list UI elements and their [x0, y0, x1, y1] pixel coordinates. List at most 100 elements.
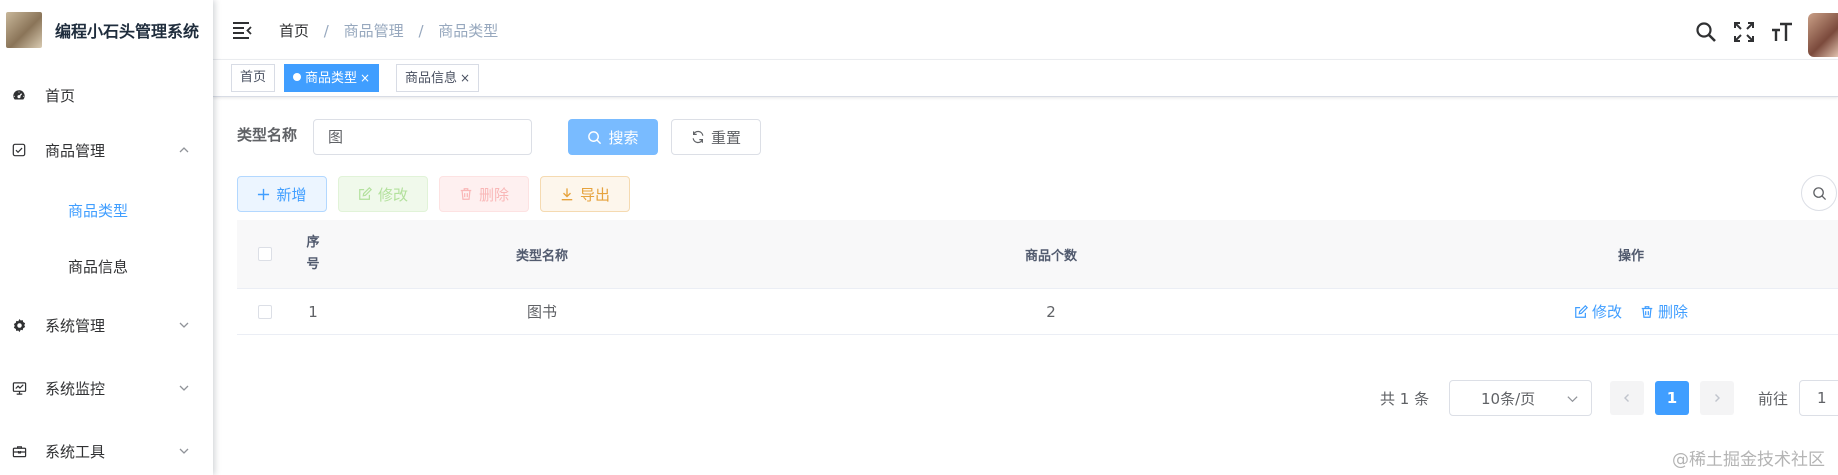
chevron-right-icon — [1715, 394, 1720, 402]
table-header: 序 号 类型名称 商品个数 操作 — [237, 220, 1838, 289]
select-all-checkbox[interactable] — [258, 247, 272, 261]
gear-icon — [11, 317, 27, 333]
watermark: @稀土掘金技术社区 — [1672, 450, 1825, 470]
tag-home[interactable]: 首页 — [231, 64, 276, 92]
logo[interactable]: 编程小石头管理系统 — [0, 0, 213, 60]
tag-goods-info[interactable]: 商品信息 × — [396, 64, 480, 92]
sidebar-item-label: 系统工具 — [45, 442, 106, 461]
breadcrumb-item-goods: 商品管理 — [343, 22, 404, 40]
edit-button-label: 修改 — [377, 185, 408, 204]
goods-type-table: 序 号 类型名称 商品个数 操作 1 图书 2 修改 删除 — [237, 220, 1838, 335]
checkbox-icon — [11, 142, 27, 158]
reset-button[interactable]: 重置 — [671, 119, 761, 155]
sidebar-item-label: 商品信息 — [68, 257, 129, 276]
navbar: 首页 / 商品管理 / 商品类型 — [213, 0, 1838, 60]
sidebar-item-label: 系统监控 — [45, 379, 106, 398]
fullscreen-icon[interactable] — [1732, 20, 1756, 44]
header-type-name: 类型名称 — [515, 248, 568, 264]
prev-page-button[interactable] — [1610, 381, 1644, 415]
toolbox-icon — [11, 443, 27, 459]
edit-icon — [1575, 304, 1588, 318]
breadcrumb-item-home[interactable]: 首页 — [279, 22, 309, 40]
add-button-label: 新增 — [276, 185, 307, 204]
tag-label: 首页 — [240, 70, 267, 85]
add-button[interactable]: 新增 — [237, 176, 327, 212]
tag-goods-type[interactable]: 商品类型 × — [284, 64, 380, 92]
avatar[interactable] — [1808, 13, 1838, 57]
close-icon[interactable]: × — [360, 71, 370, 85]
sidebar-item-home[interactable]: 首页 — [0, 67, 213, 123]
page-number-current[interactable]: 1 — [1655, 381, 1689, 415]
sidebar-item-label: 首页 — [45, 86, 76, 105]
header-select-cell — [237, 220, 293, 288]
sidebar-item-label: 商品类型 — [68, 201, 129, 220]
sidebar-item-monitor[interactable]: 系统监控 — [0, 360, 213, 416]
navbar-actions — [1694, 12, 1838, 57]
trash-icon — [1641, 305, 1653, 318]
search-icon — [1812, 186, 1826, 200]
goto-label: 前往 — [1758, 390, 1789, 408]
row-index: 1 — [308, 302, 318, 321]
hamburger-icon[interactable] — [231, 19, 253, 41]
export-button[interactable]: 导出 — [540, 176, 630, 212]
sidebar: 编程小石头管理系统 首页 商品管理 商品类型 商品信息 系统管理 系统监控 系统… — [0, 0, 213, 475]
active-dot-icon — [293, 73, 301, 81]
search-icon — [588, 130, 602, 144]
sidebar-item-tools[interactable]: 系统工具 — [0, 423, 213, 475]
tag-label: 商品类型 — [305, 71, 358, 86]
logo-image — [6, 12, 42, 48]
pagination-total: 共 1 条 — [1380, 390, 1430, 408]
sidebar-item-goods-type[interactable]: 商品类型 — [0, 185, 213, 235]
plus-icon — [258, 188, 270, 200]
sidebar-item-system[interactable]: 系统管理 — [0, 297, 213, 353]
search-icon[interactable] — [1694, 20, 1718, 44]
reset-button-label: 重置 — [710, 128, 741, 147]
toggle-search-button[interactable] — [1801, 175, 1837, 211]
download-icon — [561, 188, 573, 201]
edit-button[interactable]: 修改 — [338, 176, 428, 212]
breadcrumb-separator: / — [418, 22, 424, 40]
breadcrumb-item-current: 商品类型 — [438, 22, 499, 40]
header-index: 序 号 — [293, 220, 333, 288]
chevron-left-icon — [1624, 394, 1629, 402]
chevron-down-icon — [179, 385, 189, 391]
sidebar-item-goods-info[interactable]: 商品信息 — [0, 241, 213, 291]
delete-button-label: 删除 — [478, 185, 509, 204]
row-edit-link[interactable]: 修改 — [1574, 301, 1622, 322]
breadcrumb-separator: / — [323, 22, 329, 40]
tag-label: 商品信息 — [405, 71, 458, 86]
tags-view: 首页 商品类型 × 商品信息 × — [213, 60, 1838, 97]
sidebar-item-label: 系统管理 — [45, 316, 106, 335]
row-checkbox[interactable] — [258, 304, 272, 319]
row-delete-link[interactable]: 删除 — [1640, 301, 1688, 322]
type-name-label: 类型名称 — [237, 126, 298, 144]
app-title: 编程小石头管理系统 — [55, 22, 200, 41]
export-button-label: 导出 — [579, 185, 610, 204]
page-size-select[interactable]: 10条/页 — [1449, 380, 1592, 416]
row-type-name: 图书 — [526, 303, 557, 321]
header-goods-count: 商品个数 — [1024, 248, 1077, 264]
header-index-line1: 序 — [306, 235, 320, 250]
row-edit-label: 修改 — [1591, 303, 1622, 321]
chevron-up-icon — [179, 147, 189, 153]
delete-button[interactable]: 删除 — [439, 176, 529, 212]
header-operations: 操作 — [1617, 248, 1644, 264]
next-page-button[interactable] — [1700, 381, 1734, 415]
font-size-icon[interactable] — [1770, 20, 1794, 44]
sidebar-item-goods[interactable]: 商品管理 — [0, 122, 213, 178]
breadcrumb: 首页 / 商品管理 / 商品类型 — [279, 20, 498, 41]
search-button-label: 搜索 — [608, 128, 639, 147]
trash-icon — [460, 188, 472, 200]
row-operations: 修改 删除 — [1351, 289, 1838, 334]
close-icon[interactable]: × — [460, 71, 470, 85]
goto-page-input[interactable]: 1 — [1799, 380, 1838, 416]
header-index-line2: 号 — [306, 257, 320, 272]
search-button[interactable]: 搜索 — [568, 119, 658, 155]
row-delete-label: 删除 — [1658, 303, 1689, 321]
type-name-input[interactable]: 图 — [313, 119, 532, 155]
dashboard-icon — [11, 87, 27, 103]
chevron-down-icon — [179, 448, 189, 454]
chevron-down-icon — [1567, 396, 1578, 403]
monitor-icon — [11, 380, 27, 396]
page-size-value: 10条/页 — [1481, 389, 1536, 408]
